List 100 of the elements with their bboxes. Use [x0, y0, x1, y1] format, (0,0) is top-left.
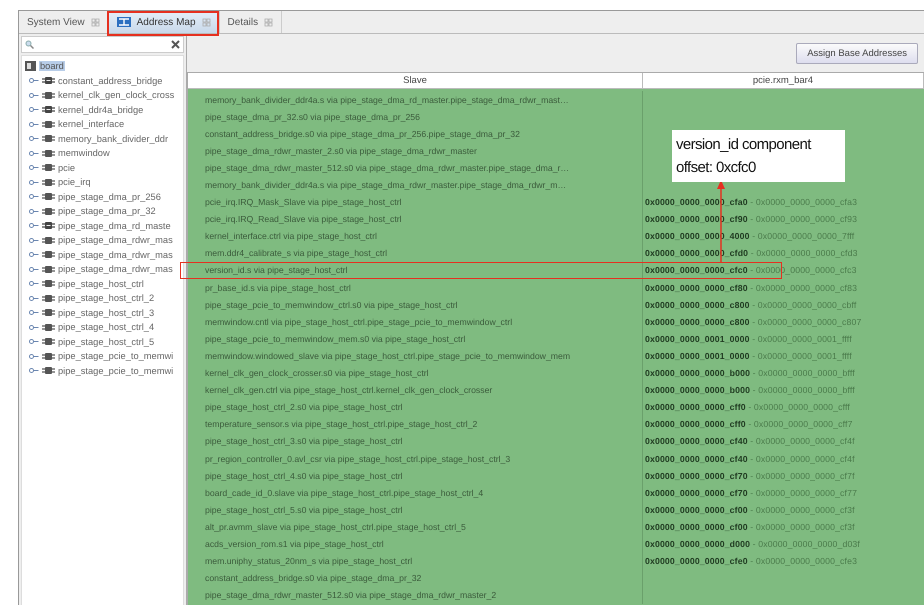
- tree-item[interactable]: pipe_stage_host_ctrl: [58, 278, 144, 289]
- table-cell: pipe_stage_host_ctrl_5.s0 via pipe_stage_host_ctrl: [188, 501, 643, 518]
- expand-icon[interactable]: [29, 135, 39, 142]
- search-icon: [25, 40, 34, 49]
- tree-item[interactable]: pipe_stage_dma_rdwr_mas: [58, 235, 173, 246]
- component-icon: [42, 120, 55, 129]
- assign-base-addresses-button[interactable]: Assign Base Addresses: [796, 42, 918, 64]
- column-header[interactable]: pcie.rxm_bar4: [643, 73, 924, 89]
- table-cell: pipe_stage_dma_rdwr_master_2.s0 via pipe_stage_dma_rdwr_master: [188, 142, 643, 160]
- expand-icon[interactable]: [29, 352, 39, 360]
- bridge-icon: [42, 76, 55, 86]
- table-cell: constant_address_bridge.s0 via pipe_stage_dma_pr_256.pipe_stage_dma_pr_32: [188, 125, 643, 142]
- table-cell: pipe_stage_host_ctrl_4.s0 via pipe_stage_host_ctrl: [188, 467, 643, 484]
- expand-icon[interactable]: [29, 309, 39, 316]
- table-cell: pipe_stage_dma_pr_32.s0 via pipe_stage_dma_pr_256: [188, 108, 643, 126]
- tree-item[interactable]: pipe_stage_host_ctrl_4: [58, 322, 154, 332]
- expand-icon[interactable]: [29, 222, 39, 230]
- component-icon: [42, 134, 55, 144]
- component-icon: [42, 206, 55, 216]
- address-range: 0x0000_0000_0000_cf40 - 0x0000_0000_0000_cf4f: [645, 454, 855, 464]
- table-cell: kernel_interface.ctrl via pipe_stage_host_ctrl: [188, 228, 643, 245]
- callout-note: version_id component offset: 0xcfc0: [672, 130, 845, 182]
- tree-item[interactable]: pipe_stage_dma_pr_256: [58, 192, 161, 202]
- table-cell: board_cade_id_0.slave via pipe_stage_host_ctrl.pipe_stage_host_ctrl_4: [188, 484, 643, 502]
- tab[interactable]: Details: [220, 11, 282, 33]
- search-field[interactable]: [21, 36, 184, 53]
- table-cell: acds_version_rom.s1 via pipe_stage_host_ctrl: [188, 535, 643, 553]
- expand-icon[interactable]: [29, 266, 39, 273]
- expand-icon[interactable]: [29, 367, 39, 374]
- table-cell: memory_bank_divider_ddr4a.s via pipe_stage_dma_rd_master.pipe_stage_dma_rdwr_mast…: [188, 91, 643, 108]
- table-cell: pipe_stage_dma_rdwr_master_512.s0 via pipe_stage_dma_rdwr_master.pipe_stage_dma_r…: [188, 159, 643, 176]
- expand-icon[interactable]: [29, 150, 39, 157]
- tree-item[interactable]: board: [39, 61, 65, 72]
- table-cell: memwindow.cntl via pipe_stage_host_ctrl.pipe_stage_pcie_to_memwindow_ctrl: [188, 313, 643, 330]
- bridge-icon: [42, 221, 55, 230]
- expand-icon[interactable]: [29, 120, 39, 128]
- table-cell: mem.ddr4_calibrate_s via pipe_stage_host_ctrl: [188, 244, 643, 262]
- column-header[interactable]: Slave: [188, 73, 643, 89]
- expand-icon[interactable]: [29, 294, 39, 302]
- address-range: 0x0000_0000_0000_cff0 - 0x0000_0000_0000_cff7: [645, 419, 853, 430]
- tree-item[interactable]: pipe_stage_dma_rd_maste: [58, 220, 171, 231]
- tree-item[interactable]: pipe_stage_host_ctrl_3: [58, 308, 154, 318]
- expand-icon[interactable]: [29, 106, 39, 114]
- tree-item[interactable]: pipe_stage_dma_rdwr_mas: [58, 250, 173, 260]
- component-icon: [42, 90, 55, 100]
- expand-icon[interactable]: [29, 236, 39, 244]
- address-range: 0x0000_0000_0000_cf40 - 0x0000_0000_0000_cf4f: [645, 436, 855, 446]
- expand-icon[interactable]: [29, 178, 39, 186]
- address-range: 0x0000_0000_0000_b000 - 0x0000_0000_0000_bfff: [645, 385, 855, 396]
- table-cell: kernel_clk_gen.ctrl via pipe_stage_host_ctrl.kernel_clk_gen_clock_crosser: [188, 382, 643, 399]
- bridge-icon: [42, 105, 55, 114]
- tree-item[interactable]: kernel_ddr4a_bridge: [58, 104, 144, 115]
- component-icon: [42, 294, 55, 303]
- tree-item[interactable]: pipe_stage_dma_rdwr_mas: [58, 264, 173, 274]
- table-cell: pcie_irq.IRQ_Mask_Slave via pipe_stage_host_ctrl: [188, 194, 643, 211]
- component-icon: [42, 279, 55, 288]
- table-cell: constant_address_bridge.s0 via pipe_stage_dma_pr_32: [188, 570, 643, 587]
- component-icon: [42, 366, 55, 376]
- close-icon[interactable]: [90, 18, 100, 26]
- address-range: 0x0000_0000_0000_cf00 - 0x0000_0000_0000_cf3f: [645, 522, 855, 532]
- table-cell: alt_pr.avmm_slave via pipe_stage_host_ctrl.pipe_stage_host_ctrl_5: [188, 518, 643, 536]
- tree-item[interactable]: memwindow: [58, 148, 110, 158]
- component-icon: [42, 264, 55, 274]
- tab[interactable]: Address Map: [108, 11, 220, 33]
- expand-icon[interactable]: [29, 164, 39, 172]
- tree-item[interactable]: pipe_stage_host_ctrl_5: [58, 336, 154, 347]
- tree-item[interactable]: kernel_clk_gen_clock_cross: [58, 90, 174, 100]
- tree-item[interactable]: pipe_stage_host_ctrl_2: [58, 293, 154, 304]
- table-cell: mem.uniphy_status_20nm_s via pipe_stage_host_ctrl: [188, 552, 643, 570]
- tree-item[interactable]: kernel_interface: [58, 119, 124, 130]
- address-range: 0x0000_0000_0000_cf70 - 0x0000_0000_0000_cf7f: [645, 470, 855, 481]
- tree-item[interactable]: constant_address_bridge: [58, 76, 162, 86]
- expand-icon[interactable]: [29, 280, 39, 288]
- tree-item[interactable]: pipe_stage_pcie_to_memwi: [58, 351, 174, 362]
- expand-icon[interactable]: [29, 338, 39, 346]
- tree-item[interactable]: memory_bank_divider_ddr: [58, 134, 168, 144]
- tree-item[interactable]: pcie_irq: [58, 177, 91, 188]
- component-icon: [42, 337, 55, 346]
- component-icon: [42, 322, 55, 332]
- address-range: 0x0000_0000_0001_0000 - 0x0000_0000_0001_ffff: [645, 350, 852, 361]
- expand-icon[interactable]: [29, 251, 39, 258]
- address-range: 0x0000_0000_0000_cf00 - 0x0000_0000_0000_cf3f: [645, 504, 855, 515]
- close-icon[interactable]: [264, 18, 274, 26]
- tree-item[interactable]: pipe_stage_pcie_to_memwi: [58, 366, 174, 376]
- address-range: 0x0000_0000_0000_cfe0 - 0x0000_0000_0000_cfe3: [645, 556, 858, 566]
- component-icon: [42, 352, 55, 361]
- table-cell: pr_region_controller_0.avl_csr via pipe_stage_host_ctrl.pipe_stage_host_ctrl_3: [188, 450, 643, 468]
- expand-icon[interactable]: [29, 92, 39, 99]
- component-icon: [42, 308, 55, 318]
- address-range: 0x0000_0000_0000_cf70 - 0x0000_0000_0000_cf77: [645, 488, 858, 498]
- board-icon: [25, 61, 36, 72]
- tree-item[interactable]: pipe_stage_dma_pr_32: [58, 206, 156, 216]
- expand-icon[interactable]: [29, 77, 39, 84]
- clear-button[interactable]: [171, 40, 180, 49]
- tree-item[interactable]: pcie: [58, 162, 76, 173]
- expand-icon[interactable]: [29, 208, 39, 215]
- expand-icon[interactable]: [29, 324, 39, 331]
- address-range: 0x0000_0000_0000_b000 - 0x0000_0000_0000_bfff: [645, 368, 855, 378]
- table-cell: pipe_stage_pcie_to_memwindow_ctrl.s0 via pipe_stage_host_ctrl: [188, 296, 643, 314]
- expand-icon[interactable]: [29, 193, 39, 200]
